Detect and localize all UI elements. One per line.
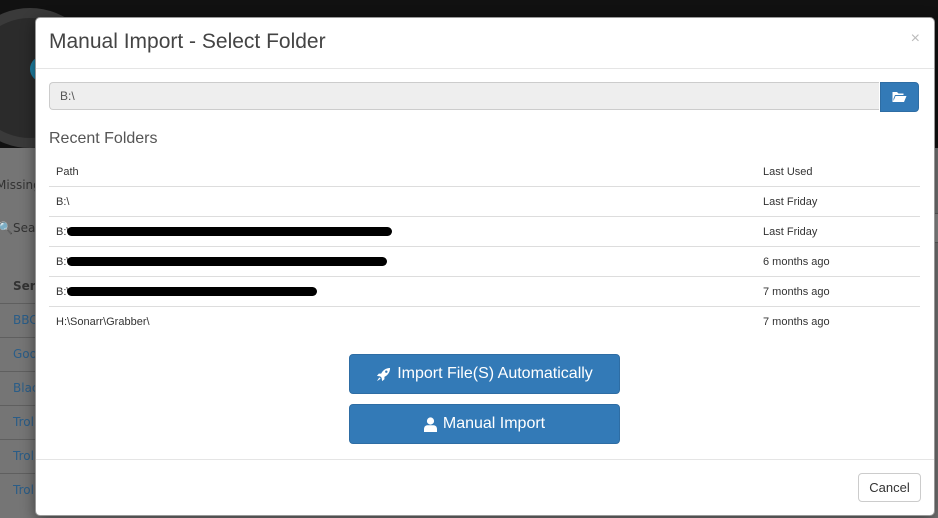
recent-folder-row[interactable]: B:\ 7 months ago [49,276,920,307]
recent-folder-row[interactable]: B:\ Last Friday [49,216,920,247]
recent-folder-path[interactable]: B:\ [49,216,756,247]
recent-folder-path[interactable]: H:\Sonarr\Grabber\ [49,307,756,337]
bg-series-item: Goo [13,347,37,361]
bg-series-item: BBC [13,313,38,327]
footer-divider [36,459,934,460]
rocket-icon [377,367,391,381]
bg-divider [0,473,38,474]
close-icon: × [910,30,920,47]
manual-import-modal: Manual Import - Select Folder × Recent F… [35,17,935,516]
cancel-button[interactable]: Cancel [858,473,921,502]
recent-folder-path-text: B:\ [56,195,70,208]
bg-divider [0,405,38,406]
import-automatically-label: Import File(S) Automatically [397,365,593,382]
browse-folder-button[interactable] [880,82,919,112]
bg-series-item: Trol [13,449,34,463]
recent-folders-heading: Recent Folders [49,130,158,147]
bg-series-item: Trol [13,483,34,497]
recent-folder-path[interactable]: B:\ [49,186,756,217]
column-header-path: Path [49,158,756,187]
folder-path-input[interactable] [49,82,879,110]
redaction-mark [67,287,318,297]
user-icon [423,416,437,432]
recent-folder-row[interactable]: B:\ Last Friday [49,186,920,217]
manual-import-label: Manual Import [442,415,546,432]
recent-folder-last-used: Last Friday [756,186,920,217]
recent-folder-last-used: 7 months ago [763,315,830,328]
recent-folder-path-text: H:\Sonarr\Grabber\ [56,315,150,328]
recent-folder-last-used: Last Friday [756,216,920,247]
folder-open-icon [892,92,907,102]
header-divider [36,68,934,69]
recent-folders-table: Path Last Used B:\ Last Friday B:\ Last Fri… [49,158,920,336]
bg-divider [0,439,38,440]
bg-divider [0,303,38,304]
recent-folder-row[interactable]: B:\ 6 months ago [49,246,920,277]
bg-series-item: Trol [13,415,34,429]
manual-import-button[interactable]: Manual Import [349,404,620,444]
bg-divider [0,337,38,338]
bg-divider [0,371,38,372]
redaction-mark [67,227,393,237]
close-button[interactable]: × [911,30,920,48]
recent-folder-path[interactable]: B:\ [49,276,756,307]
column-header-last-used: Last Used [756,158,920,187]
recent-folder-last-used: 6 months ago [756,246,920,277]
recent-folder-last-used: 7 months ago [756,276,920,307]
recent-folder-path[interactable]: B:\ [49,246,756,277]
modal-title: Manual Import - Select Folder [49,30,326,53]
recent-folder-row[interactable]: H:\Sonarr\Grabber\ 7 months ago [49,307,920,337]
redaction-mark [67,257,388,267]
import-automatically-button[interactable]: Import File(S) Automatically [349,354,620,394]
table-header-row: Path Last Used [49,158,920,187]
